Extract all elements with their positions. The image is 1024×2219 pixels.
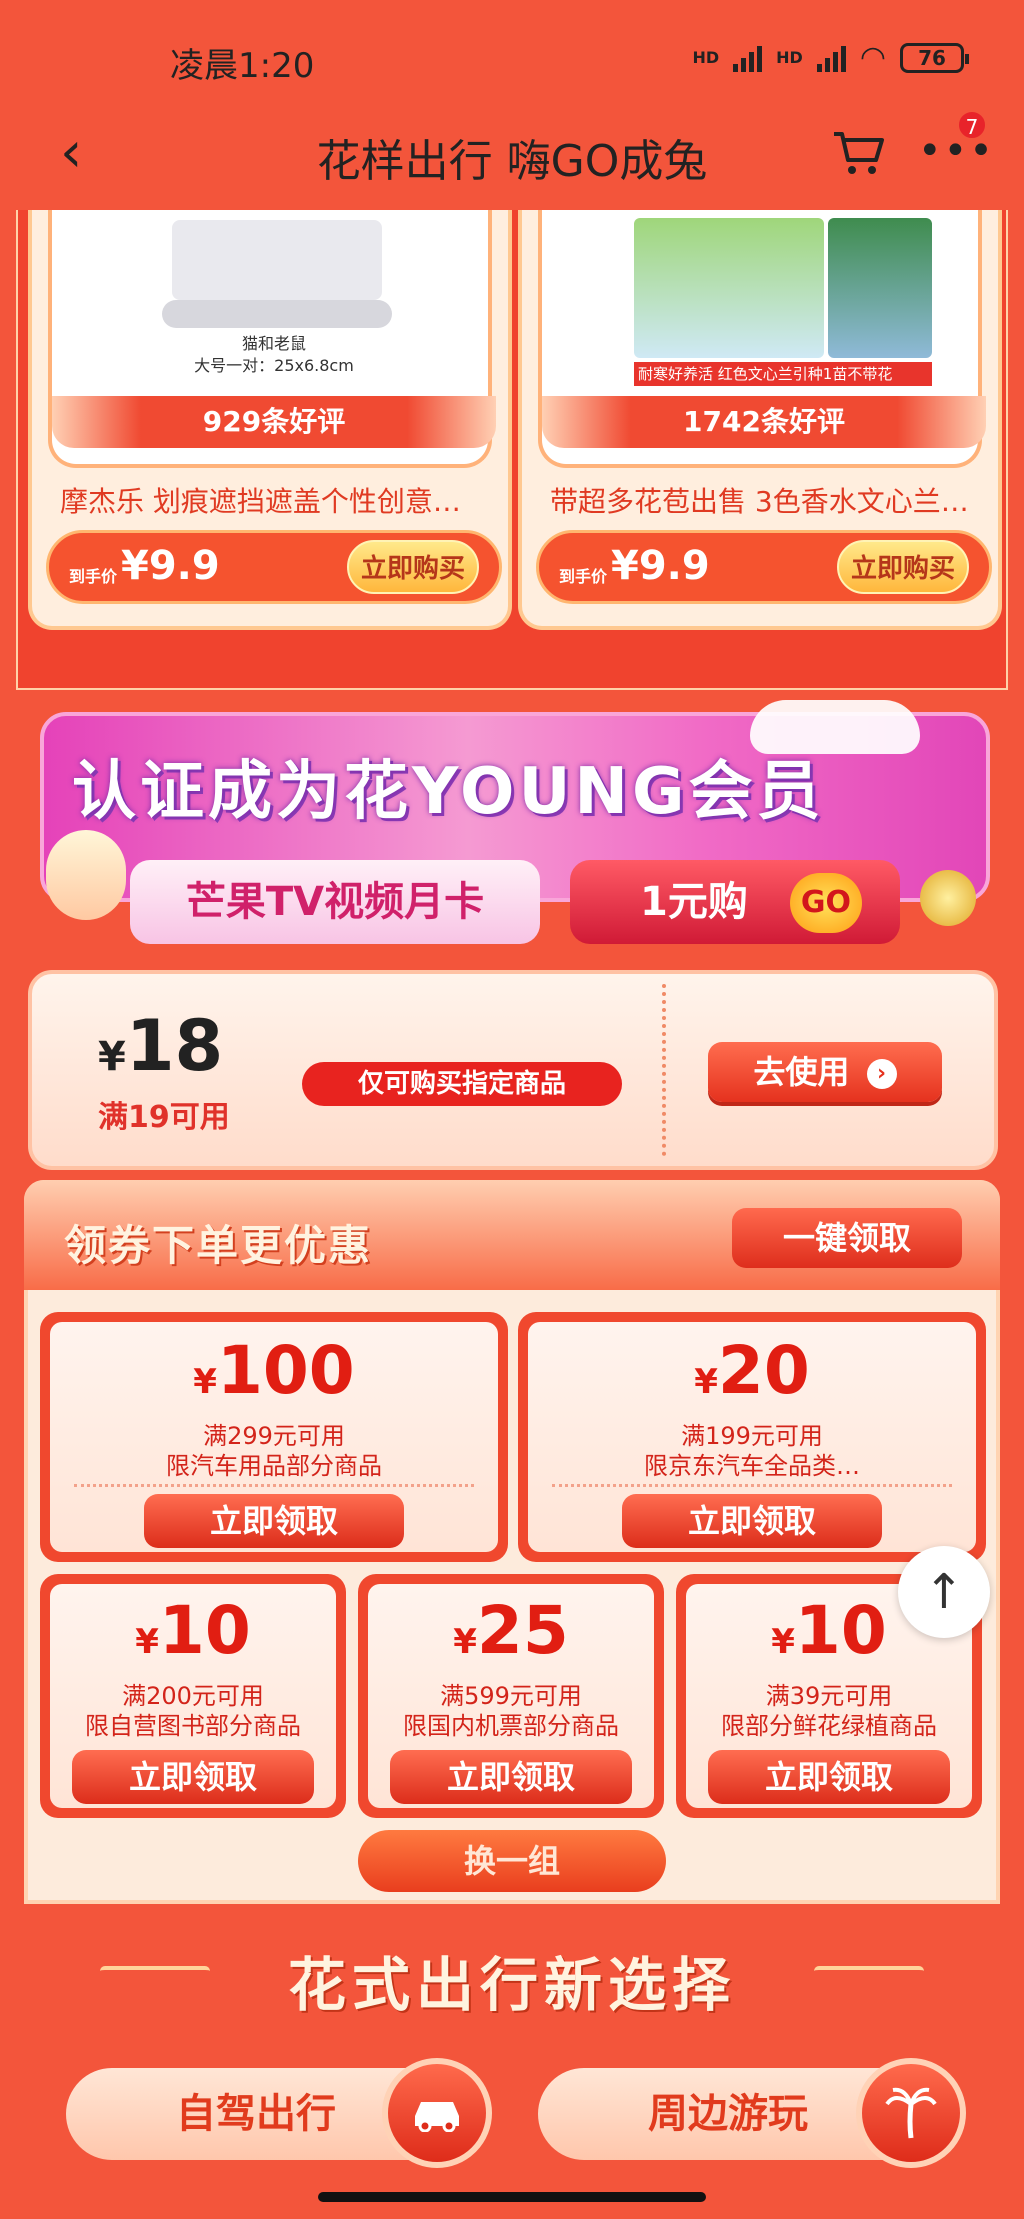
signal-label-2: HD	[776, 48, 803, 67]
plant-image-2	[828, 218, 932, 358]
product-card[interactable]: 耐寒好养活 红色文心兰引种1苗不带花 1742条好评 带超多花苞出售 3色香水文…	[518, 210, 1002, 630]
home-indicator[interactable]	[318, 2192, 706, 2202]
scroll-to-top-icon[interactable]: ↑	[898, 1546, 990, 1638]
buy-row: 到手价 ¥9.9 立即购买	[46, 530, 502, 604]
status-icons: HD HD ◠ 76	[692, 40, 969, 75]
product-image[interactable]: 猫和老鼠 大号一对：25x6.8cm 929条好评	[48, 210, 496, 468]
yen-symbol: ¥	[135, 1622, 159, 1662]
signal-icon	[733, 44, 763, 72]
review-count: 929条好评	[52, 396, 496, 448]
buy-now-button[interactable]: 立即购买	[347, 540, 479, 594]
buy-now-button[interactable]: 立即购买	[837, 540, 969, 594]
coupon-scope: 限京东汽车全品类…	[644, 1452, 860, 1480]
claim-coupon-button[interactable]: 立即领取	[708, 1750, 950, 1804]
notification-badge: 7	[957, 110, 987, 140]
product-card[interactable]: 猫和老鼠 大号一对：25x6.8cm 929条好评 摩杰乐 划痕遮挡遮盖个性创意…	[28, 210, 512, 630]
coupon-value: 10	[794, 1592, 887, 1669]
signal-icon-2	[816, 44, 846, 72]
coupon-amount: ¥10	[50, 1592, 336, 1669]
coupon-section-title: 领券下单更优惠	[64, 1221, 373, 1270]
coupon-scope: 限自营图书部分商品	[85, 1712, 301, 1740]
yen-symbol: ¥	[453, 1622, 477, 1662]
image-caption-label: 耐寒好养活	[638, 365, 714, 383]
image-caption: 耐寒好养活 红色文心兰引种1苗不带花	[634, 362, 932, 386]
coupon-amount: ¥100	[50, 1332, 498, 1409]
coupon-tile: ¥100 满299元可用 限汽车用品部分商品 立即领取	[40, 1312, 508, 1562]
price: ¥9.9	[121, 543, 220, 589]
chevron-right-icon: ›	[866, 1059, 897, 1089]
palm-tree-icon[interactable]	[856, 2058, 966, 2168]
price-label: 到手价	[559, 567, 608, 586]
coupon-divider	[552, 1484, 952, 1487]
cat-sticker-image	[172, 220, 382, 300]
battery-icon: 76	[900, 42, 969, 73]
coupon-amount: ¥18	[98, 1005, 223, 1087]
claim-coupon-button[interactable]: 立即领取	[144, 1494, 404, 1548]
claim-all-button[interactable]: 一键领取	[732, 1208, 962, 1268]
coupon-divider	[74, 1484, 474, 1487]
product-image[interactable]: 耐寒好养活 红色文心兰引种1苗不带花 1742条好评	[538, 210, 986, 468]
lantern-decoration	[46, 830, 126, 920]
section-title: 花式出行新选择	[287, 1951, 736, 2019]
coupon-value: 10	[158, 1592, 251, 1669]
signal-label-1: HD	[692, 48, 720, 67]
swap-group-button[interactable]: 换一组	[358, 1830, 666, 1892]
banner-title: 认证成为花YOUNG会员	[72, 755, 825, 829]
yen-symbol: ¥	[193, 1362, 217, 1402]
coupon-tile: ¥25 满599元可用 限国内机票部分商品 立即领取	[358, 1574, 664, 1818]
yen-symbol: ¥	[98, 1034, 126, 1080]
claim-coupon-button[interactable]: 立即领取	[622, 1494, 882, 1548]
coupon-divider	[662, 984, 666, 1156]
coupon-scope: 限部分鲜花绿植商品	[721, 1712, 937, 1740]
coupon-scope: 限国内机票部分商品	[403, 1712, 619, 1740]
coupon-amount: ¥25	[368, 1592, 654, 1669]
yen-symbol: ¥	[771, 1622, 795, 1662]
cart-icon[interactable]	[830, 128, 886, 176]
image-caption: 猫和老鼠	[241, 334, 306, 353]
price-label: 到手价	[69, 567, 118, 586]
go-button[interactable]: GO	[790, 873, 862, 933]
coupon-amount: ¥20	[528, 1332, 976, 1409]
banner-offer[interactable]: 芒果TV视频月卡	[130, 860, 540, 944]
review-count: 1742条好评	[542, 396, 986, 448]
product-name[interactable]: 带超多花苞出售 3色香水文心兰…	[550, 480, 980, 520]
wifi-icon: ◠	[859, 40, 886, 75]
use-coupon-label: 去使用	[753, 1053, 850, 1091]
product-name[interactable]: 摩杰乐 划痕遮挡遮盖个性创意…	[60, 480, 490, 520]
claim-coupon-button[interactable]: 立即领取	[390, 1750, 632, 1804]
image-caption-size: 大号一对：25x6.8cm	[194, 356, 354, 375]
plant-image	[634, 218, 824, 358]
coupon-value: 25	[476, 1592, 569, 1669]
car-icon[interactable]	[382, 2058, 492, 2168]
buy-row: 到手价 ¥9.9 立即购买	[536, 530, 992, 604]
coupon-scope: 限汽车用品部分商品	[166, 1452, 382, 1480]
price: ¥9.9	[611, 543, 710, 589]
image-caption-desc: 红色文心兰引种1苗不带花	[717, 365, 893, 383]
claim-coupon-button[interactable]: 立即领取	[72, 1750, 314, 1804]
status-time: 凌晨1:20	[170, 46, 315, 86]
coin-decoration	[920, 870, 976, 926]
coupon-tile: ¥20 满199元可用 限京东汽车全品类… 立即领取	[518, 1312, 986, 1562]
yen-symbol: ¥	[694, 1362, 718, 1402]
coupon-condition: 满19可用	[98, 1100, 230, 1135]
coupon-value: 18	[125, 1005, 224, 1087]
sticker-image	[162, 300, 392, 328]
coupon-tile: ¥10 满200元可用 限自营图书部分商品 立即领取	[40, 1574, 346, 1818]
coupon-value: 20	[717, 1332, 810, 1409]
coupon-value: 100	[216, 1332, 355, 1409]
use-coupon-button[interactable]: 去使用 ›	[708, 1042, 942, 1102]
coupon-restriction-tag: 仅可购买指定商品	[302, 1062, 622, 1106]
